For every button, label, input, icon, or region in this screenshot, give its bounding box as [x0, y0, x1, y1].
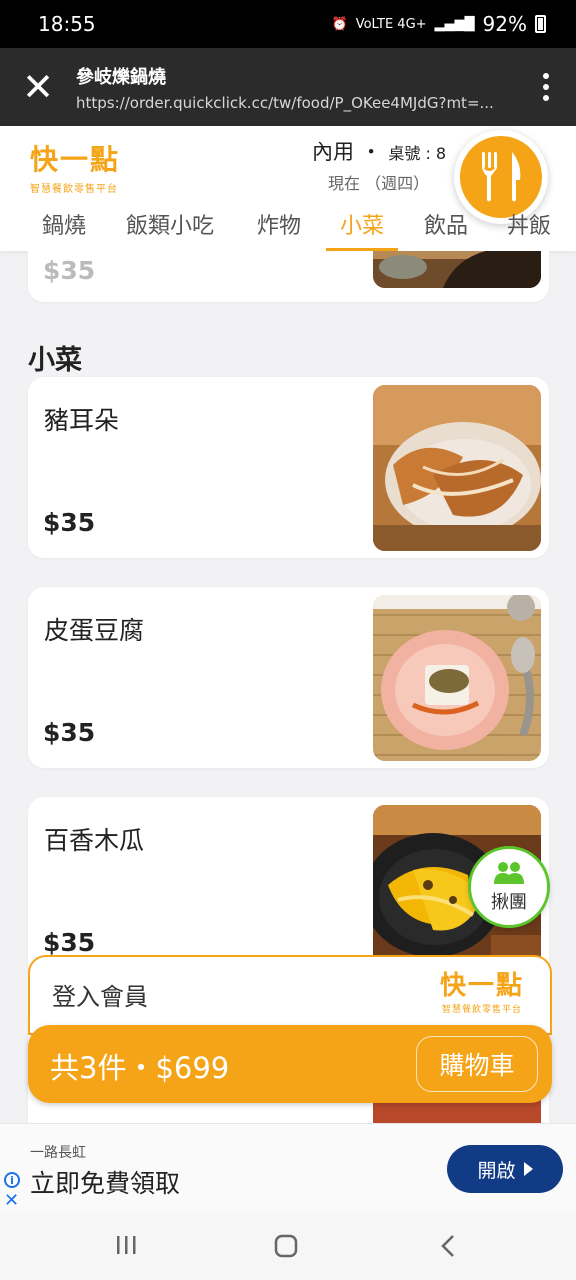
item-name: 皮蛋豆腐	[44, 616, 145, 645]
ad-close-icon[interactable]: ✕	[4, 1190, 19, 1211]
page-title: 參岐爍鍋燒	[76, 66, 166, 88]
category-tabs: 鍋燒 飯類小吃 炸物 小菜 飲品 丼飯	[0, 208, 576, 251]
section-title: 小菜	[28, 345, 82, 376]
member-login[interactable]: 登入會員 快一點 智慧餐飲零售平台	[28, 955, 552, 1035]
tab-side-dishes[interactable]: 小菜	[326, 208, 399, 251]
ad-brand: 一路長虹	[30, 1145, 86, 1161]
ad-banner[interactable]: i ✕ 一路長虹 立即免費領取 開啟	[0, 1123, 576, 1213]
dine-mode[interactable]: 內用 ・ 桌號 : 8	[312, 136, 446, 166]
item-photo	[373, 251, 541, 288]
ad-headline: 立即免費領取	[30, 1169, 181, 1198]
cart-panel: 登入會員 快一點 智慧餐飲零售平台 共3件・$699 購物車	[28, 955, 552, 1105]
browser-toolbar: ✕ 參岐爍鍋燒 https://order.quickclick.cc/tw/f…	[0, 48, 576, 126]
quickclick-logo: 快一點 智慧餐飲零售平台	[439, 971, 524, 1015]
item-price: $35	[43, 508, 96, 537]
close-icon[interactable]: ✕	[0, 48, 76, 126]
item-name: 百香木瓜	[44, 826, 145, 855]
home-icon[interactable]	[273, 1233, 299, 1259]
battery-percent: 92%	[482, 12, 527, 36]
cart-bar[interactable]: 共3件・$699 購物車	[28, 1025, 552, 1103]
status-bar: 18:55 ⏰ VoLTE 4G+ ▂▄▆█ 92%	[0, 0, 576, 48]
network-label: VoLTE 4G+	[355, 16, 427, 32]
tab-rice-snacks[interactable]: 飯類小吃	[126, 208, 214, 251]
play-icon	[523, 1162, 533, 1176]
item-price: $35	[43, 928, 96, 957]
menu-item-card[interactable]: $35	[28, 251, 549, 302]
utensils-icon	[482, 152, 521, 202]
alarm-icon: ⏰	[331, 16, 348, 32]
ad-info-icon[interactable]: i	[4, 1172, 20, 1188]
quickclick-logo: 快一點 智慧餐飲零售平台	[30, 143, 121, 195]
group-order-label: 揪團	[491, 892, 527, 913]
store-header: 快一點 智慧餐飲零售平台 內用 ・ 桌號 : 8 現在 （週四） 鍋燒 飯類小吃…	[0, 126, 576, 251]
menu-item-card[interactable]: 豬耳朵 $35	[28, 377, 549, 558]
login-label: 登入會員	[52, 983, 148, 1011]
tab-donburi[interactable]: 丼飯	[507, 208, 551, 251]
signal-icon: ▂▄▆█	[434, 16, 475, 32]
tab-fried[interactable]: 炸物	[257, 208, 301, 251]
url-text[interactable]: https://order.quickclick.cc/tw/food/P_OK…	[76, 94, 496, 112]
table-number: 桌號 : 8	[388, 144, 447, 163]
order-time: 現在 （週四）	[328, 174, 430, 193]
cart-summary: 共3件・$699	[50, 1051, 230, 1085]
item-name: 豬耳朵	[44, 406, 120, 435]
group-order-button[interactable]: 揪團	[468, 846, 550, 928]
users-icon	[494, 862, 524, 884]
more-menu-icon[interactable]	[516, 73, 576, 101]
recent-apps-icon[interactable]	[114, 1233, 138, 1257]
cart-button[interactable]: 購物車	[416, 1036, 538, 1092]
menu-item-card[interactable]: 皮蛋豆腐 $35	[28, 587, 549, 768]
tab-drinks[interactable]: 飲品	[424, 208, 468, 251]
clock: 18:55	[38, 12, 96, 36]
back-icon[interactable]	[438, 1233, 458, 1259]
item-photo	[373, 385, 541, 551]
ad-open-button[interactable]: 開啟	[447, 1145, 563, 1193]
item-price: $35	[43, 718, 96, 747]
item-price: $35	[43, 256, 96, 285]
system-nav-bar	[0, 1213, 576, 1280]
battery-icon	[535, 15, 546, 33]
tab-guoshao[interactable]: 鍋燒	[42, 208, 86, 251]
item-photo	[373, 595, 541, 761]
